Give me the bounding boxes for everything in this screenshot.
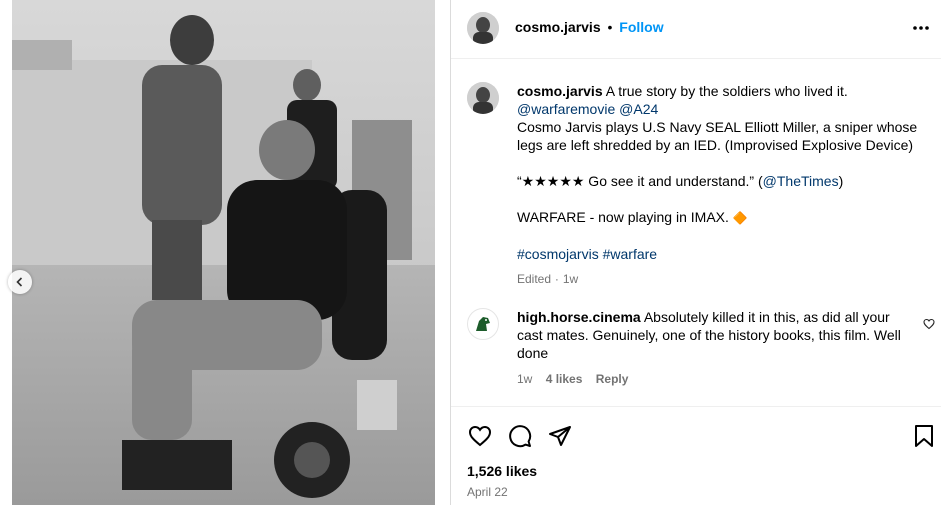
- author-username[interactable]: cosmo.jarvis: [515, 19, 601, 35]
- orange-diamond-emoji: 🔶: [732, 211, 748, 225]
- caption-line1: A true story by the soldiers who lived i…: [605, 83, 848, 99]
- edited-label: Edited: [517, 272, 552, 286]
- header-separator: •: [607, 19, 613, 35]
- more-options-button[interactable]: [909, 16, 933, 40]
- post-caption: cosmo.jarvis A true story by the soldier…: [517, 82, 927, 288]
- author-avatar[interactable]: [467, 12, 499, 44]
- commenter-avatar[interactable]: [467, 308, 499, 340]
- edited-time[interactable]: 1w: [563, 272, 578, 286]
- quote-text: “★★★★★ Go see it and understand.” (: [517, 173, 763, 189]
- bookmark-icon: [915, 425, 933, 447]
- quote-close: ): [838, 173, 844, 189]
- comment-time[interactable]: 1w: [517, 372, 532, 386]
- previous-media-button[interactable]: [8, 270, 32, 294]
- share-button[interactable]: [545, 421, 575, 451]
- share-icon: [549, 426, 571, 446]
- post-header: cosmo.jarvis • Follow: [451, 0, 941, 59]
- mention-thetimes[interactable]: @TheTimes: [763, 173, 839, 189]
- warfare-line: WARFARE - now playing in IMAX.: [517, 209, 729, 225]
- caption-username[interactable]: cosmo.jarvis: [517, 83, 603, 99]
- follow-button[interactable]: Follow: [619, 19, 663, 35]
- comment-like-button[interactable]: [921, 316, 937, 332]
- hashtag-cosmojarvis[interactable]: #cosmojarvis: [517, 246, 599, 262]
- comment-username[interactable]: high.horse.cinema: [517, 309, 641, 325]
- likes-count[interactable]: 1,526 likes: [467, 463, 537, 479]
- comment-reply-button[interactable]: Reply: [596, 372, 629, 386]
- post-details-panel: cosmo.jarvis • Follow cosmo.jarvis A tru…: [450, 0, 941, 505]
- hashtag-warfare[interactable]: #warfare: [603, 246, 657, 262]
- chevron-left-icon: [16, 277, 23, 287]
- post-date[interactable]: April 22: [467, 485, 508, 499]
- caption-paragraph: Cosmo Jarvis plays U.S Navy SEAL Elliott…: [517, 119, 918, 153]
- mention-warfaremovie[interactable]: @warfaremovie: [517, 101, 615, 117]
- save-button[interactable]: [909, 421, 939, 451]
- heart-icon: [468, 425, 492, 447]
- more-options-icon: [913, 26, 929, 30]
- post-media: [0, 0, 449, 505]
- post-photo: [12, 0, 435, 505]
- comment-likes[interactable]: 4 likes: [546, 372, 583, 386]
- post-actions: 1,526 likes April 22: [451, 406, 941, 506]
- comment-icon: [509, 425, 532, 448]
- horse-logo-icon: [469, 310, 497, 338]
- caption-avatar[interactable]: [467, 82, 499, 114]
- comment-item: high.horse.cinema Absolutely killed it i…: [517, 308, 917, 388]
- small-heart-icon: [923, 318, 935, 330]
- comment-button[interactable]: [505, 421, 535, 451]
- like-button[interactable]: [465, 421, 495, 451]
- edited-separator: ·: [554, 272, 559, 286]
- mention-a24[interactable]: @A24: [619, 101, 658, 117]
